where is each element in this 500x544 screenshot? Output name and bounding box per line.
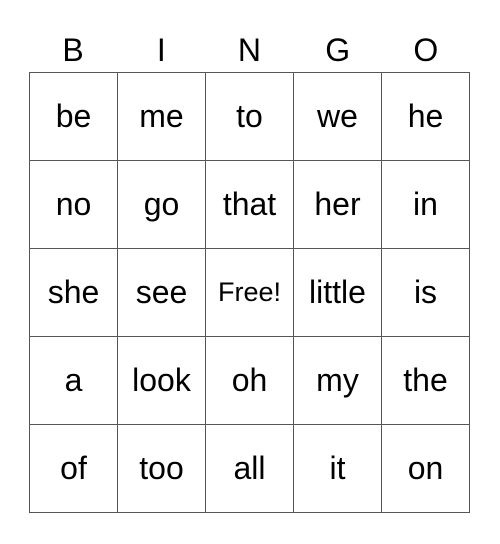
bingo-cell: me (117, 72, 206, 161)
bingo-cell: be (29, 72, 118, 161)
bingo-cell: in (381, 160, 470, 249)
bingo-cell: to (205, 72, 294, 161)
bingo-cell: oh (205, 336, 294, 425)
bingo-cell: we (293, 72, 382, 161)
bingo-row: a look oh my the (29, 336, 470, 425)
bingo-cell: on (381, 424, 470, 513)
free-cell: Free! (205, 248, 294, 337)
bingo-cell: she (29, 248, 118, 337)
bingo-row: she see Free! little is (29, 248, 470, 337)
bingo-row: no go that her in (29, 160, 470, 249)
header-letter: G (325, 32, 351, 68)
bingo-cell: go (117, 160, 206, 249)
bingo-cell: too (117, 424, 206, 513)
bingo-header: B I N G O (29, 32, 470, 68)
bingo-cell: no (29, 160, 118, 249)
bingo-cell: all (205, 424, 294, 513)
bingo-cell: it (293, 424, 382, 513)
bingo-grid: be me to we he no go that her in she see Free! little… (29, 72, 470, 513)
bingo-cell: my (293, 336, 382, 425)
bingo-row: of too all it on (29, 424, 470, 513)
bingo-cell: the (381, 336, 470, 425)
bingo-cell: a (29, 336, 118, 425)
bingo-cell: little (293, 248, 382, 337)
bingo-cell: her (293, 160, 382, 249)
bingo-cell: is (381, 248, 470, 337)
bingo-cell: look (117, 336, 206, 425)
bingo-cell: see (117, 248, 206, 337)
bingo-cell: of (29, 424, 118, 513)
header-letter: B (62, 32, 84, 68)
header-letter: I (156, 32, 166, 68)
bingo-row: be me to we he (29, 72, 470, 161)
bingo-cell: that (205, 160, 294, 249)
header-letter: O (413, 32, 439, 68)
bingo-cell: he (381, 72, 470, 161)
header-letter: N (237, 32, 262, 68)
